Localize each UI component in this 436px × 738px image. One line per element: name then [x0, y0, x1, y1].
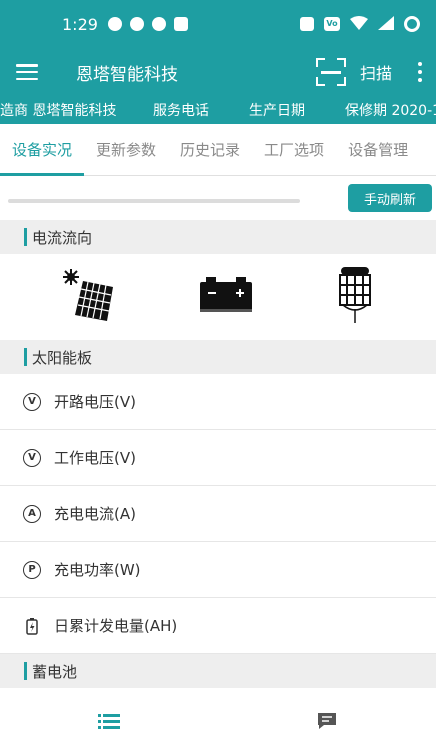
ticker-service-phone: 服务电话	[153, 103, 209, 119]
power-icon: P	[22, 560, 42, 580]
section-title: 太阳能板	[32, 348, 93, 367]
refresh-progress-bar	[8, 199, 300, 203]
qq-icon	[151, 17, 166, 31]
current-flow-diagram	[0, 254, 436, 340]
status-bar: 1:29 Vo	[0, 0, 436, 48]
list-icon	[98, 712, 120, 734]
tab-device-management[interactable]: 设备管理	[336, 124, 420, 175]
header: 1:29 Vo 恩塔智能科技 扫描 造商 恩塔智能科技 服务电话 生产日期 保修…	[0, 0, 436, 124]
nfc-icon	[300, 17, 314, 31]
row-label: 日累计发电量(AH)	[54, 617, 178, 635]
list-item[interactable]: A 充电电流(A)	[0, 486, 436, 542]
tab-update-params[interactable]: 更新参数	[84, 124, 168, 175]
system-icons: Vo	[300, 15, 420, 34]
bottom-nav-messages[interactable]	[218, 708, 436, 738]
ticker-manufacturer: 造商 恩塔智能科技	[0, 103, 117, 119]
battery-charge-icon	[22, 616, 42, 636]
more-options-icon[interactable]	[418, 62, 422, 82]
section-battery: 蓄电池	[0, 654, 436, 688]
bottom-nav-list[interactable]	[0, 708, 218, 738]
voltage-icon: V	[22, 392, 42, 412]
solar-panel-icon	[61, 267, 117, 327]
app-notification-icon	[107, 17, 122, 31]
lamp-icon	[335, 265, 375, 329]
solar-readings-list: V 开路电压(V) V 工作电压(V) A 充电电流(A) P 充电功率(W) …	[0, 374, 436, 654]
section-current-flow: 电流流向	[0, 220, 436, 254]
tab-history[interactable]: 历史记录	[168, 124, 252, 175]
list-item[interactable]: V 工作电压(V)	[0, 430, 436, 486]
app-bar: 恩塔智能科技 扫描	[0, 48, 436, 96]
wifi-icon	[350, 15, 368, 34]
tab-bar: 设备实况 更新参数 历史记录 工厂选项 设备管理	[0, 124, 436, 176]
qq-icon	[129, 17, 144, 31]
battery-status-icon	[404, 16, 420, 32]
ampere-icon: A	[22, 504, 42, 524]
scan-icon	[315, 58, 346, 86]
battery-icon	[198, 273, 254, 321]
refresh-row: 手动刷新	[0, 176, 436, 220]
status-time: 1:29	[62, 14, 98, 34]
menu-icon[interactable]	[16, 64, 38, 80]
section-solar-panel: 太阳能板	[0, 340, 436, 374]
scan-button[interactable]: 扫描	[315, 58, 392, 86]
row-label: 充电电流(A)	[54, 505, 136, 523]
bottom-nav	[0, 708, 436, 738]
app-title: 恩塔智能科技	[76, 64, 178, 85]
row-label: 开路电压(V)	[54, 393, 136, 411]
message-icon	[316, 711, 338, 735]
row-label: 充电功率(W)	[54, 561, 141, 579]
ticker-production-date: 生产日期	[249, 103, 305, 119]
row-label: 工作电压(V)	[54, 449, 136, 467]
list-item[interactable]: P 充电功率(W)	[0, 542, 436, 598]
image-icon	[173, 17, 188, 31]
list-item[interactable]: 日累计发电量(AH)	[0, 598, 436, 654]
section-title: 电流流向	[32, 228, 93, 247]
signal-icon	[378, 15, 394, 34]
voltage-icon: V	[22, 448, 42, 468]
section-title: 蓄电池	[32, 662, 78, 681]
ticker-warranty: 保修期 2020-1	[345, 103, 436, 119]
volte-icon: Vo	[324, 17, 340, 31]
scan-label: 扫描	[359, 64, 392, 83]
tab-live-status[interactable]: 设备实况	[0, 124, 85, 176]
tab-factory-options[interactable]: 工厂选项	[252, 124, 336, 175]
list-item[interactable]: V 开路电压(V)	[0, 374, 436, 430]
manual-refresh-button[interactable]: 手动刷新	[347, 184, 432, 212]
info-ticker: 造商 恩塔智能科技 服务电话 生产日期 保修期 2020-1	[0, 96, 436, 124]
notification-icons	[107, 17, 188, 31]
